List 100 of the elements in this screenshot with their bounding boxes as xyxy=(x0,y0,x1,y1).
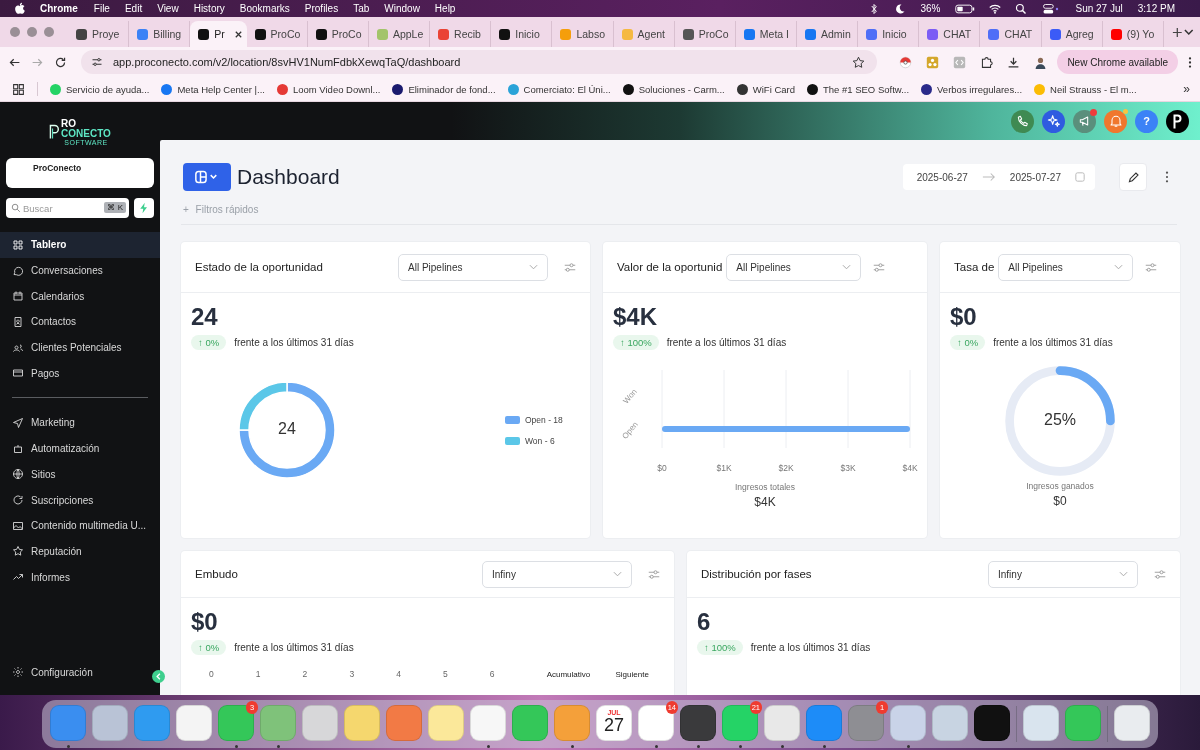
pipeline-dropdown[interactable]: Infiny xyxy=(482,560,632,588)
menu-item[interactable]: Help xyxy=(434,3,456,14)
apple-icon[interactable] xyxy=(14,2,26,15)
close-window-icon[interactable] xyxy=(10,27,20,37)
bookmark[interactable]: Servicio de ayuda... xyxy=(50,83,150,95)
plus-icon[interactable] xyxy=(1171,26,1183,38)
app-icon[interactable] xyxy=(638,704,674,741)
nav-item[interactable]: Contactos xyxy=(0,309,160,335)
extension-icon[interactable] xyxy=(926,55,940,69)
nav-icon xyxy=(12,290,24,303)
change-badge: ↑ 0% xyxy=(191,335,227,350)
header-button[interactable] xyxy=(1166,109,1189,133)
menu-app-name[interactable]: Chrome xyxy=(40,3,78,14)
filter-icon[interactable] xyxy=(1145,262,1158,272)
bookmark[interactable]: Soluciones - Carm... xyxy=(622,83,725,95)
header-button[interactable]: ? xyxy=(1135,109,1158,133)
quick-action-button[interactable] xyxy=(134,198,154,218)
nav-item[interactable]: Contenido multimedia U... xyxy=(0,512,160,539)
app-icon[interactable] xyxy=(680,704,716,741)
menu-item[interactable]: History xyxy=(193,3,225,14)
nav-item[interactable]: Suscripciones xyxy=(0,487,160,513)
more-bookmarks-button[interactable]: » xyxy=(1183,82,1190,96)
running-indicator xyxy=(276,744,280,748)
app-icon[interactable] xyxy=(1114,704,1150,741)
settings-nav-item[interactable]: Configuración xyxy=(0,659,103,685)
menu-item[interactable]: File xyxy=(93,3,110,14)
nav-item[interactable]: Conversaciones xyxy=(0,257,160,284)
filter-icon[interactable] xyxy=(564,262,576,272)
filter-icon[interactable] xyxy=(648,569,660,579)
close-icon[interactable] xyxy=(233,29,243,39)
profile-avatar-icon[interactable] xyxy=(1034,55,1048,69)
search-icon[interactable] xyxy=(1015,2,1028,15)
nav-item[interactable]: Automatización xyxy=(0,435,160,462)
bookmark[interactable]: Loom Video Downl... xyxy=(276,83,381,95)
comparison-text: frente a los últimos 31 días xyxy=(234,337,354,348)
pipeline-dropdown[interactable]: Infiny xyxy=(988,560,1138,588)
puzzle-icon[interactable] xyxy=(980,55,994,69)
more-icon[interactable] xyxy=(1165,171,1169,183)
menu-item[interactable]: View xyxy=(157,3,179,14)
card-title: Estado de la oportunidad xyxy=(195,261,324,273)
nav-icon xyxy=(12,442,24,455)
nav-icon xyxy=(12,264,24,277)
more-icon[interactable] xyxy=(1188,55,1192,69)
menu-item[interactable]: Profiles xyxy=(304,3,339,14)
running-indicator xyxy=(822,744,826,748)
minimize-window-icon[interactable] xyxy=(27,27,37,37)
app-icon[interactable] xyxy=(1023,704,1059,741)
date-range-picker[interactable]: 2025-06-27 2025-07-27 xyxy=(902,164,1095,190)
account-switcher[interactable]: ProConecto xyxy=(6,158,154,188)
filter-icon[interactable] xyxy=(873,262,886,272)
pipeline-dropdown[interactable]: All Pipelines xyxy=(726,253,862,281)
bookmark[interactable]: Verbos irregulares... xyxy=(921,83,1023,95)
address-bar[interactable]: app.proconecto.com/v2/location/8svHV1NumFdbkXewqTaQ/dashboard xyxy=(81,50,878,74)
menu-date[interactable]: Sun 27 Jul xyxy=(1075,3,1123,14)
nav-item[interactable]: Informes xyxy=(0,564,160,590)
reload-icon[interactable] xyxy=(54,55,67,69)
running-indicator xyxy=(570,744,574,748)
bookmark[interactable]: The #1 SEO Softw... xyxy=(807,83,910,95)
nav-item[interactable]: Calendarios xyxy=(0,283,160,310)
nav-item[interactable]: Clientes Potenciales xyxy=(0,334,160,361)
card-title: Valor de la oportunid xyxy=(617,261,723,273)
logo-text: CONECTO xyxy=(61,128,111,139)
pipeline-dropdown[interactable]: All Pipelines xyxy=(998,253,1134,281)
moon-icon[interactable] xyxy=(894,2,907,15)
nav-item[interactable]: Tablero xyxy=(0,232,160,258)
nav-item[interactable]: Marketing xyxy=(0,410,160,436)
menu-item[interactable]: Tab xyxy=(353,3,370,14)
zoom-window-icon[interactable] xyxy=(44,27,54,37)
layout-button[interactable] xyxy=(183,163,231,191)
code-extension-icon[interactable] xyxy=(953,55,967,69)
chevron-down-icon xyxy=(529,264,538,270)
filter-icon[interactable] xyxy=(1154,569,1166,579)
bookmark[interactable]: Comerciato: El Úni... xyxy=(507,83,611,95)
menu-item[interactable]: Window xyxy=(384,3,420,14)
collapse-sidebar-icon[interactable] xyxy=(152,670,165,683)
bookmark[interactable]: WiFi Card xyxy=(736,83,795,95)
edit-button[interactable] xyxy=(1119,163,1147,191)
layout-icon xyxy=(194,169,220,185)
wifi-icon[interactable] xyxy=(989,2,1002,15)
battery-icon[interactable] xyxy=(955,2,976,15)
site-settings-icon[interactable] xyxy=(91,56,103,68)
nav-item[interactable]: Sitios xyxy=(0,461,160,488)
pipeline-dropdown[interactable]: All Pipelines xyxy=(398,253,548,281)
nav-item[interactable]: Reputación xyxy=(0,538,160,565)
bookmark-star-icon[interactable] xyxy=(852,55,866,69)
download-icon[interactable] xyxy=(1007,55,1021,69)
logo-p-icon xyxy=(1173,113,1182,129)
update-button[interactable]: New Chrome available xyxy=(1057,50,1178,74)
app-icon[interactable] xyxy=(974,704,1010,741)
menu-item[interactable]: Edit xyxy=(124,3,143,14)
nav-item[interactable]: Pagos xyxy=(0,360,160,387)
bookmark[interactable]: Eliminador de fond... xyxy=(392,83,496,95)
menu-time[interactable]: 3:12 PM xyxy=(1137,3,1175,14)
ball-extension-icon[interactable] xyxy=(899,55,913,69)
apps-grid-icon[interactable] xyxy=(12,82,25,96)
bookmark[interactable]: Meta Help Center |... xyxy=(161,83,265,95)
bookmark[interactable]: Neil Strauss - El m... xyxy=(1034,83,1137,95)
browser-tab[interactable]: Pr xyxy=(190,21,247,47)
menu-item[interactable]: Bookmarks xyxy=(239,3,290,14)
app-icon[interactable] xyxy=(176,704,212,741)
